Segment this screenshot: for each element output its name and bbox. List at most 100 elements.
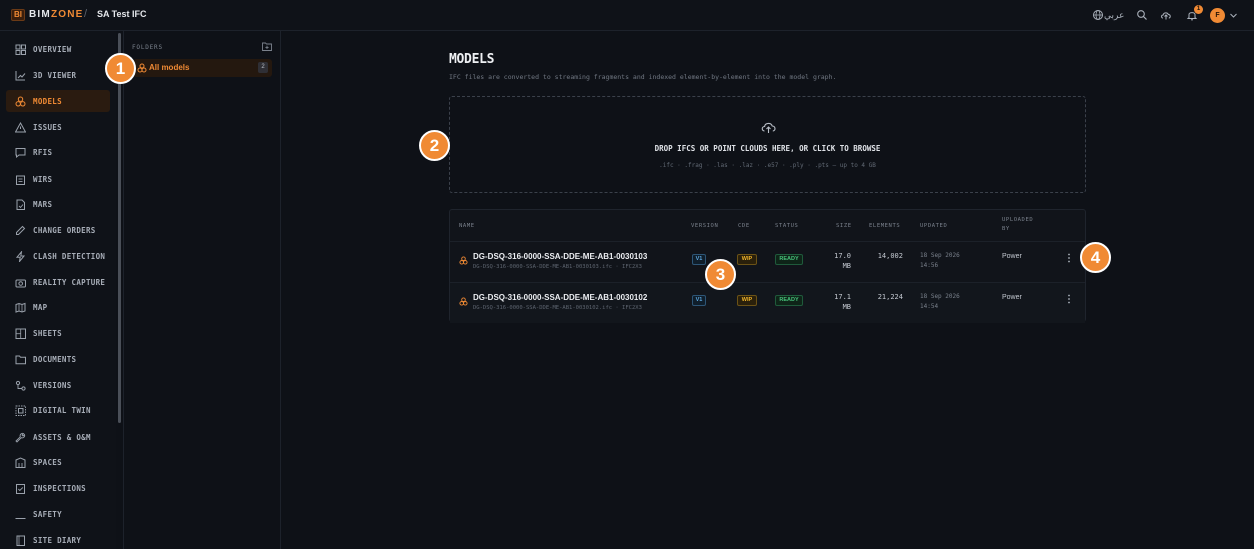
sidebar-item-safety[interactable]: SAFETY [6,503,110,525]
more-options-icon[interactable] [1064,292,1074,306]
column-header-uploaded-by-line1: UPLOADED [1002,217,1034,223]
column-header-elements[interactable]: ELEMENTS [869,222,900,231]
sidebar-item-inspections[interactable]: INSPECTIONS [6,477,110,499]
version-badge[interactable]: V1 [692,295,706,306]
sidebar-item-documents[interactable]: DOCUMENTS [6,348,110,370]
more-options-icon[interactable] [1064,251,1074,265]
cloud-upload-icon[interactable] [1160,9,1172,21]
size-value: 17.1 [834,293,851,301]
search-icon[interactable] [1136,9,1148,21]
sidebar-item-label: OVERVIEW [33,44,72,54]
folder-item-all-models[interactable]: All models 2 [133,59,272,77]
sidebar-item-label: ISSUES [33,122,62,132]
cde-badge[interactable]: WIP [737,295,757,306]
sidebar-item-wirs[interactable]: WIRS [6,168,110,190]
logo-prefix: BIM [29,9,51,20]
camera-icon [15,279,26,287]
models-icon [459,256,468,265]
folders-title: FOLDERS [132,44,163,51]
wrench-icon [15,432,26,443]
sidebar-item-map[interactable]: MAP [6,296,110,318]
folders-panel: FOLDERS All models 2 [124,31,281,549]
sidebar-item-reality-capture[interactable]: REALITY CAPTURE [6,271,110,293]
dropzone-formats: .ifc · .frag · .las · .laz · .e57 · .ply… [659,162,876,169]
cloud-upload-icon [761,122,776,133]
sidebar-item-label: VERSIONS [33,380,72,390]
chat-icon [15,147,26,158]
column-header-name[interactable]: NAME [459,222,475,231]
versions-icon [15,380,26,391]
twin-icon [15,405,26,416]
overview-icon [15,44,26,55]
folder-count-badge: 2 [258,62,268,73]
chart-icon [15,70,26,80]
warning-icon [15,121,26,132]
sidebar-item-3d-viewer[interactable]: 3D VIEWER [6,64,110,86]
sidebar-item-mars[interactable]: MARS [6,193,110,215]
model-updated: 18 Sep 2026 14:56 [920,251,960,271]
model-elements: 14,002 [877,252,903,260]
sidebar-item-spaces[interactable]: SPACES [6,451,110,473]
page-subtitle: IFC files are converted to streaming fra… [449,73,837,81]
sidebar-scrollbar[interactable] [118,33,121,423]
project-name[interactable]: SA Test IFC [97,9,147,19]
table-row[interactable]: DG-DSQ-316-0000-SSA-DDE-ME-AB1-0030102 D… [450,283,1085,323]
sidebar-item-label: SITE DIARY [33,535,82,545]
sheets-icon [15,328,26,339]
sidebar-item-assets-o-m[interactable]: ASSETS & O&M [6,426,110,448]
logo-text[interactable]: BIMZONE [29,9,84,20]
column-header-size[interactable]: SIZE [836,222,852,231]
sidebar-item-label: REALITY CAPTURE [33,277,106,287]
sidebar-item-issues[interactable]: ISSUES [6,116,110,138]
dropzone-title: DROP IFCS OR POINT CLOUDS HERE, OR CLICK… [654,144,881,153]
size-unit: MB [842,303,851,311]
column-header-version[interactable]: VERSION [691,222,718,231]
table-row[interactable]: DG-DSQ-316-0000-SSA-DDE-ME-AB1-0030103 D… [450,242,1085,282]
sidebar-item-models[interactable]: MODELS [6,90,110,112]
updated-time: 14:54 [920,303,939,310]
sidebar-item-sheets[interactable]: SHEETS [6,322,110,344]
model-name[interactable]: DG-DSQ-316-0000-SSA-DDE-ME-AB1-0030103 [473,252,647,261]
language-toggle[interactable]: عربي [1104,10,1124,21]
folder-label: All models [149,63,190,72]
sidebar-item-label: SHEETS [33,328,62,338]
models-icon [459,297,468,306]
page-title: MODELS [449,52,495,67]
sidebar-item-overview[interactable]: OVERVIEW [6,38,110,60]
model-filename: DG-DSQ-316-0000-SSA-DDE-ME-AB1-0030103.i… [473,264,642,270]
model-name[interactable]: DG-DSQ-316-0000-SSA-DDE-ME-AB1-0030102 [473,293,647,302]
bolt-icon [15,250,26,262]
status-badge: READY [775,295,803,306]
sidebar-item-change-orders[interactable]: CHANGE ORDERS [6,219,110,241]
clipboard-icon [16,175,25,185]
model-size: 17.0 MB [827,251,851,271]
folder-icon [15,355,26,364]
add-folder-icon[interactable] [262,42,272,51]
avatar[interactable]: F [1210,8,1225,23]
logo-suffix: ZONE [50,9,84,20]
sidebar-item-label: MARS [33,199,53,209]
updated-date: 18 Sep 2026 [920,252,960,259]
cde-badge[interactable]: WIP [737,254,757,265]
column-header-uploaded-by[interactable]: UPLOADED BY [1002,216,1033,234]
sidebar-item-digital-twin[interactable]: DIGITAL TWIN [6,399,110,421]
sidebar-item-site-diary[interactable]: SITE DIARY [6,529,110,549]
sidebar-item-rfis[interactable]: RFIS [6,141,110,163]
upload-dropzone[interactable]: DROP IFCS OR POINT CLOUDS HERE, OR CLICK… [449,96,1086,193]
breadcrumb-separator: / [84,8,88,20]
chevron-down-icon[interactable] [1229,11,1238,20]
helmet-icon [15,517,26,519]
model-filename: DG-DSQ-316-0000-SSA-DDE-ME-AB1-0030102.i… [473,305,642,311]
globe-icon[interactable] [1092,9,1104,21]
column-header-status[interactable]: STATUS [775,222,798,231]
sidebar-item-clash-detection[interactable]: CLASH DETECTION [6,245,110,267]
model-updated: 18 Sep 2026 14:54 [920,292,960,312]
column-header-updated[interactable]: UPDATED [920,222,947,231]
model-size: 17.1 MB [827,292,851,312]
sidebar-item-label: WIRS [33,174,53,184]
size-value: 17.0 [834,252,851,260]
version-badge[interactable]: V1 [692,254,706,265]
column-header-cde[interactable]: CDE [738,222,750,231]
sidebar-item-versions[interactable]: VERSIONS [6,374,110,396]
map-icon [15,302,26,313]
